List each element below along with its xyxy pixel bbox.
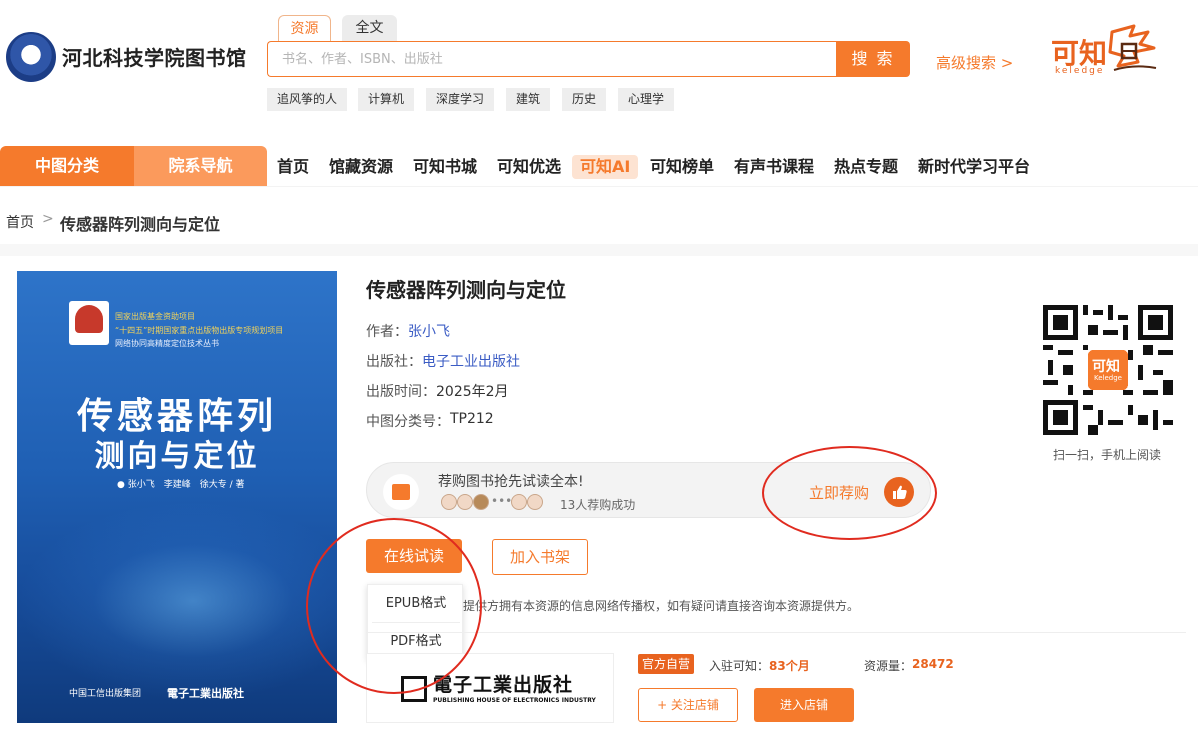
- hot-keyword[interactable]: 心理学: [618, 88, 675, 111]
- publisher-logo-en: PUBLISHING HOUSE OF ELECTRONICS INDUSTRY: [433, 697, 596, 704]
- enter-shop-button[interactable]: 进入店铺: [754, 688, 854, 722]
- book-cover[interactable]: 国家出版基金资助项目 “十四五”时期国家重点出版物出版专项规划项目 网络协同高精…: [17, 271, 337, 723]
- nav-divider: [0, 186, 1198, 187]
- joined-value: 83个月: [769, 659, 810, 673]
- nav-home[interactable]: 首页: [277, 155, 309, 179]
- breadcrumb-current: 传感器阵列测向与定位: [60, 215, 221, 234]
- nav-new-era[interactable]: 新时代学习平台: [918, 155, 1030, 179]
- clc-value: TP212: [450, 411, 494, 427]
- breadcrumb-separator: >: [42, 211, 54, 227]
- copyright-notice: 提供方拥有本资源的信息网络传播权，如有疑问请直接咨询本资源提供方。: [463, 599, 860, 613]
- resources-value: 28472: [912, 657, 954, 671]
- follow-shop-button[interactable]: + 关注店铺: [638, 688, 738, 722]
- clc-label: 中图分类号：: [366, 414, 450, 430]
- hot-keyword[interactable]: 计算机: [358, 88, 415, 111]
- joined-label: 入驻可知：: [709, 659, 770, 673]
- nav-department[interactable]: 院系导航: [134, 146, 267, 186]
- book-title: 传感器阵列测向与定位: [366, 278, 566, 302]
- hot-keyword[interactable]: 追风筝的人: [267, 88, 348, 111]
- library-logo[interactable]: [6, 32, 56, 82]
- nav-ranking[interactable]: 可知榜单: [650, 155, 714, 179]
- avatar: [511, 494, 527, 510]
- nav-selection[interactable]: 可知优选: [497, 155, 561, 179]
- nav-collection[interactable]: 馆藏资源: [329, 155, 393, 179]
- author-label: 作者：: [366, 324, 408, 340]
- avatar: [457, 494, 473, 510]
- cover-publisher-group: 中国工信出版集团: [69, 689, 142, 699]
- cover-fund-line: 国家出版基金资助项目: [115, 312, 195, 321]
- search-box: [267, 41, 837, 77]
- cover-plan-line: “十四五”时期国家重点出版物出版专项规划项目: [115, 326, 284, 335]
- search-input[interactable]: [268, 42, 837, 76]
- nav-ai[interactable]: 可知AI: [572, 155, 639, 179]
- breadcrumb-home[interactable]: 首页: [6, 212, 34, 232]
- recommend-more-dots: •••: [491, 494, 513, 508]
- advanced-search-link[interactable]: 高级搜索 >: [936, 52, 1013, 73]
- cover-artwork: [17, 501, 337, 701]
- qr-center-label: 可知: [1092, 359, 1120, 375]
- cover-publisher: 電子工業出版社: [167, 687, 244, 700]
- avatar: [473, 494, 489, 510]
- nav-hot-topics[interactable]: 热点专题: [834, 155, 898, 179]
- cover-badge-icon: [75, 305, 103, 333]
- nav-bookstore[interactable]: 可知书城: [413, 155, 477, 179]
- tab-fulltext[interactable]: 全文: [342, 15, 397, 41]
- nav-category[interactable]: 中图分类: [0, 146, 134, 186]
- brand-logo-subtext: keledge: [1055, 66, 1105, 76]
- author-link[interactable]: 张小飞: [408, 321, 450, 341]
- annotation-ring-formats: [306, 518, 482, 694]
- tab-resources[interactable]: 资源: [278, 15, 331, 41]
- qr-caption: 扫一扫，手机上阅读: [1053, 448, 1162, 462]
- avatar: [441, 494, 457, 510]
- cover-series-line: 网络协同高精度定位技术丛书: [115, 339, 219, 348]
- site-title[interactable]: 河北科技学院图书馆: [62, 42, 247, 71]
- hot-keyword[interactable]: 建筑: [506, 88, 551, 111]
- pubdate-value: 2025年2月: [436, 384, 509, 400]
- resources-label: 资源量：: [864, 659, 913, 673]
- gift-icon: [392, 484, 410, 500]
- publisher-logo-cn: 電子工業出版社: [433, 674, 574, 696]
- search-button[interactable]: 搜 索: [836, 41, 910, 77]
- pubdate-label: 出版时间：: [366, 384, 436, 400]
- avatar: [527, 494, 543, 510]
- shop-divider: [366, 632, 1186, 633]
- hot-keyword[interactable]: 深度学习: [426, 88, 495, 111]
- section-divider: [0, 244, 1198, 256]
- cover-title-line2: 测向与定位: [94, 439, 260, 474]
- annotation-ring-recommend: [762, 446, 937, 540]
- nav-audiobook[interactable]: 有声书课程: [734, 155, 814, 179]
- add-to-shelf-button[interactable]: 加入书架: [492, 539, 588, 575]
- cover-authors: ● 张小飞 李建峰 徐大专 / 著: [117, 480, 245, 490]
- publisher-label: 出版社：: [366, 354, 422, 370]
- official-badge: 官方自营: [638, 654, 695, 674]
- publisher-link[interactable]: 电子工业出版社: [422, 351, 520, 371]
- qr-center-sublabel: Keledge: [1094, 374, 1122, 382]
- brand-logo-icon: [1108, 24, 1157, 71]
- recommend-count: 13人荐购成功: [560, 498, 636, 512]
- recommend-text: 荐购图书抢先试读全本!: [438, 474, 584, 490]
- hot-keyword[interactable]: 历史: [562, 88, 607, 111]
